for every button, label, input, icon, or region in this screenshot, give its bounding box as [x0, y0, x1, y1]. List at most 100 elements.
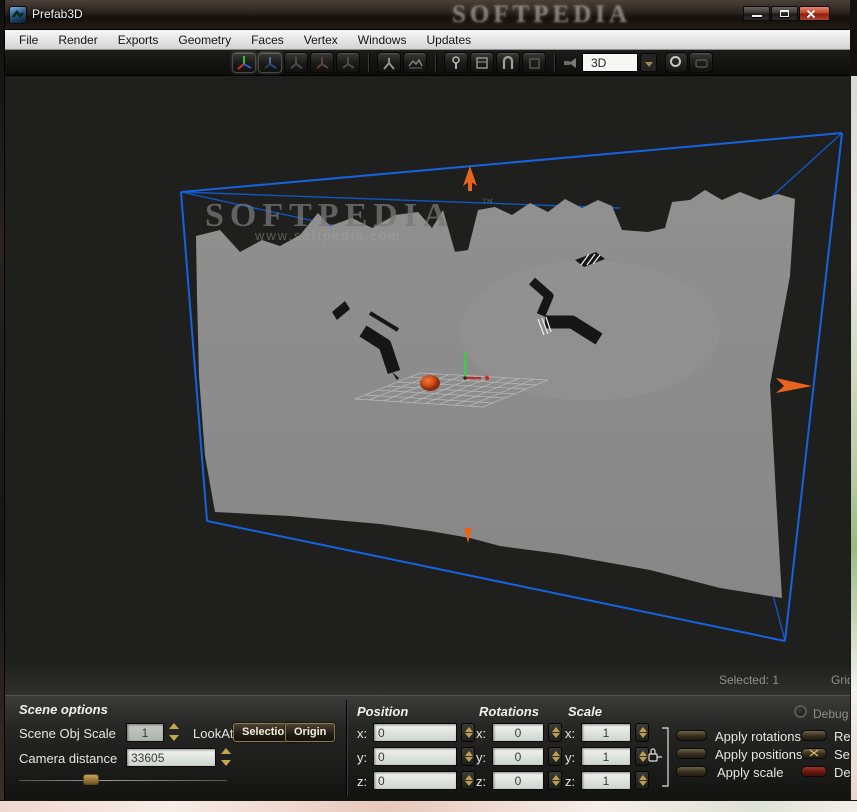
- position-z-spinner[interactable]: [461, 771, 475, 790]
- down-arrow-icon: [639, 781, 647, 786]
- apply-positions-button[interactable]: [676, 748, 707, 759]
- app-window: SOFTPEDIA Prefab3D File Render Exports G…: [0, 0, 857, 812]
- apply-scale-label: Apply scale: [717, 765, 783, 780]
- up-arrow-icon: [552, 751, 560, 756]
- scene-obj-scale-label: Scene Obj Scale: [19, 726, 116, 741]
- del-label: Del: [834, 765, 850, 780]
- scale-x-input[interactable]: [581, 723, 631, 742]
- scale-z-label: z:: [565, 774, 575, 789]
- title-bar[interactable]: SOFTPEDIA Prefab3D: [0, 0, 857, 30]
- rotations-z-input[interactable]: [492, 771, 544, 790]
- maximize-button[interactable]: [771, 6, 798, 21]
- rotations-title: Rotations: [479, 704, 539, 719]
- toolbar: [5, 50, 852, 76]
- apply-scale-button[interactable]: [676, 766, 707, 777]
- menu-vertex[interactable]: Vertex: [294, 30, 348, 49]
- terrain-button[interactable]: [403, 52, 427, 73]
- box-button[interactable]: [470, 52, 494, 73]
- tripod-button[interactable]: [377, 52, 401, 73]
- scale-lock-toggle[interactable]: [648, 726, 670, 791]
- selected-count: Selected: 1: [655, 673, 779, 687]
- menu-render[interactable]: Render: [48, 30, 107, 49]
- selected-object[interactable]: [420, 375, 440, 391]
- rotations-x-input[interactable]: [492, 723, 544, 742]
- menu-geometry[interactable]: Geometry: [168, 30, 241, 49]
- axes-blue-icon: [262, 55, 279, 71]
- window-title: Prefab3D: [32, 7, 83, 21]
- menu-file[interactable]: File: [9, 30, 48, 49]
- debug-radio[interactable]: [794, 705, 807, 718]
- scale-y-input[interactable]: [581, 747, 631, 766]
- menu-faces[interactable]: Faces: [241, 30, 294, 49]
- position-title: Position: [357, 704, 408, 719]
- axes-dim3-button[interactable]: [336, 52, 360, 73]
- window-frame-bottom: [0, 800, 857, 812]
- window-frame-right-top: [850, 0, 857, 76]
- rotations-x-spinner[interactable]: [548, 723, 562, 742]
- viewport-watermark-url: www.softpedia.com: [254, 228, 401, 243]
- wrench-button[interactable]: [444, 52, 468, 73]
- set-label: Set: [834, 747, 850, 762]
- scale-z-input[interactable]: [581, 771, 631, 790]
- scene-obj-scale-input[interactable]: [126, 723, 164, 742]
- del-button[interactable]: [801, 766, 827, 777]
- debug-label: Debug: [813, 707, 848, 721]
- axes-rgb-button[interactable]: [232, 52, 256, 73]
- close-button[interactable]: [799, 6, 830, 21]
- rotations-y-spinner[interactable]: [548, 747, 562, 766]
- menu-updates[interactable]: Updates: [416, 30, 481, 49]
- set-button[interactable]: [801, 748, 827, 759]
- down-arrow-icon: [639, 733, 647, 738]
- camera-distance-spinner[interactable]: [220, 747, 232, 767]
- camera-distance-input[interactable]: [126, 748, 216, 767]
- view-mode-dropdown-button[interactable]: [640, 53, 657, 72]
- menu-windows[interactable]: Windows: [348, 30, 417, 49]
- pos-x-label: x:: [357, 726, 367, 741]
- extra-button[interactable]: [689, 52, 713, 73]
- rec-label: Rec: [834, 729, 850, 744]
- rot-z-label: z:: [476, 774, 486, 789]
- wrench-icon: [448, 55, 465, 71]
- magnet-button[interactable]: [496, 52, 520, 73]
- position-z-input[interactable]: [373, 771, 457, 790]
- camera-distance-slider-handle[interactable]: [83, 774, 99, 785]
- camera-distance-slider-track[interactable]: [19, 780, 227, 781]
- position-y-input[interactable]: [373, 747, 457, 766]
- scale-z-spinner[interactable]: [635, 771, 649, 790]
- up-arrow-icon: [552, 727, 560, 732]
- up-arrow-icon: [639, 751, 647, 756]
- view-mode-input[interactable]: [582, 53, 638, 72]
- record-button[interactable]: [665, 52, 688, 73]
- rec-button[interactable]: [801, 730, 827, 741]
- position-y-spinner[interactable]: [461, 747, 475, 766]
- box-icon: [474, 55, 491, 71]
- minimize-button[interactable]: [743, 6, 770, 21]
- window-frame-right: [850, 76, 857, 800]
- apply-rotations-button[interactable]: [676, 730, 707, 741]
- minimize-icon: [752, 15, 762, 17]
- rotations-y-input[interactable]: [492, 747, 544, 766]
- cube-button[interactable]: [522, 52, 546, 73]
- rotations-z-spinner[interactable]: [548, 771, 562, 790]
- scene-canvas[interactable]: SOFTPEDIA ™ www.softpedia.com: [5, 76, 850, 664]
- lookat-origin-button[interactable]: Origin: [285, 723, 335, 742]
- menu-exports[interactable]: Exports: [108, 30, 169, 49]
- axes-blue-button[interactable]: [258, 52, 282, 73]
- axes-dim1-button[interactable]: [284, 52, 308, 73]
- apply-rotations-label: Apply rotations: [715, 729, 801, 744]
- scale-x-spinner[interactable]: [635, 723, 649, 742]
- menu-bar: File Render Exports Geometry Faces Verte…: [5, 30, 852, 50]
- up-arrow-icon: [465, 751, 473, 756]
- position-x-spinner[interactable]: [461, 723, 475, 742]
- rot-x-label: x:: [476, 726, 486, 741]
- scene-obj-scale-spinner[interactable]: [168, 722, 180, 742]
- position-x-input[interactable]: [373, 723, 457, 742]
- camera-distance-label: Camera distance: [19, 751, 117, 766]
- circle-icon: [670, 56, 681, 67]
- down-arrow-icon: [169, 735, 179, 741]
- arrow-up-stem: [468, 181, 472, 191]
- up-arrow-icon: [169, 723, 179, 729]
- axes-dim2-button[interactable]: [310, 52, 334, 73]
- scale-y-spinner[interactable]: [635, 747, 649, 766]
- viewport-3d[interactable]: SOFTPEDIA ™ www.softpedia.com: [5, 76, 850, 664]
